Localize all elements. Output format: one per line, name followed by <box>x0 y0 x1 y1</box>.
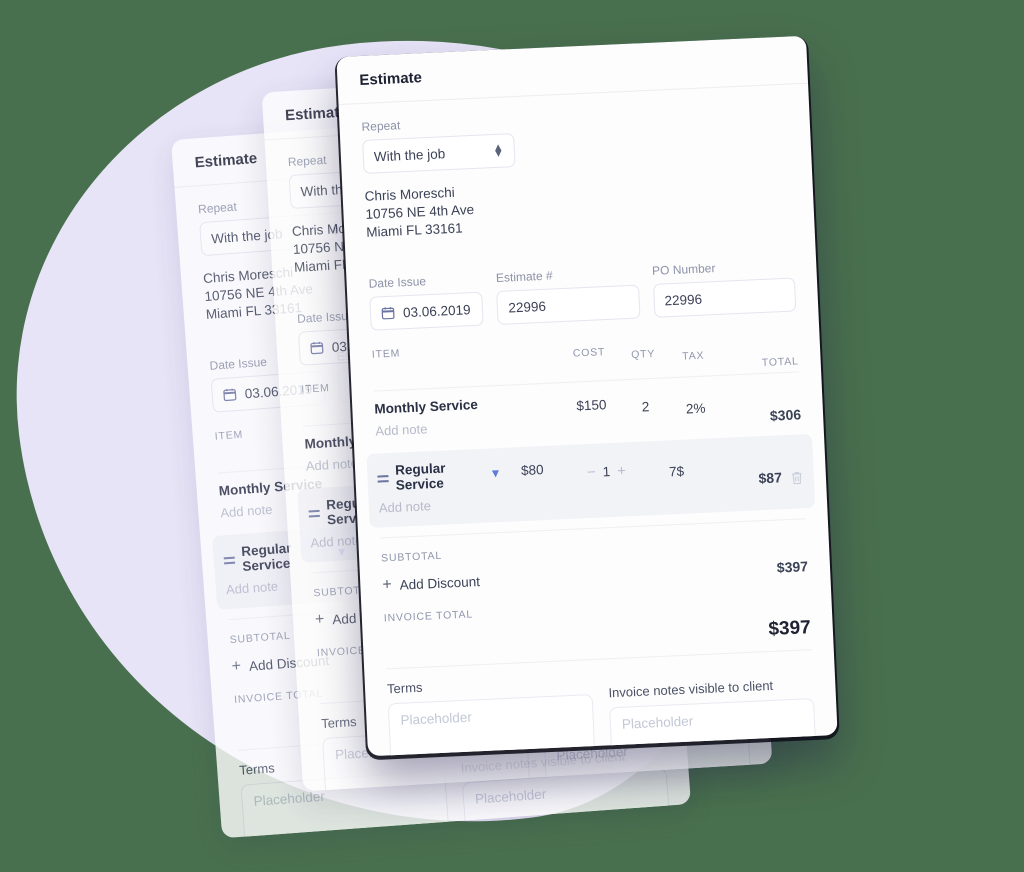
col-qty: QTY <box>630 348 656 362</box>
item-name: Regular Service <box>394 460 446 494</box>
date-issue-input[interactable]: 03.06.2019 <box>369 292 485 332</box>
item-cost: $80 <box>520 462 544 479</box>
item-cost: $150 <box>576 397 607 414</box>
item-note[interactable]: Add note <box>379 495 504 516</box>
item-tax: 7$ <box>668 464 685 480</box>
item-qty: 2 <box>641 399 650 415</box>
col-cost: COST <box>572 346 606 361</box>
estimate-number-value: 22996 <box>508 298 547 316</box>
plus-icon: + <box>231 657 242 676</box>
chevron-down-icon[interactable]: ▼ <box>489 466 502 481</box>
chevron-up-down-icon: ▲▼ <box>492 141 505 161</box>
client-address: Chris Moreschi 10756 NE 4th Ave Miami FL… <box>364 169 792 242</box>
col-item: ITEM <box>371 347 401 362</box>
estimate-number-input[interactable]: 22996 <box>496 284 641 326</box>
subtotal-value: $397 <box>776 558 809 576</box>
quantity-stepper[interactable]: − 1 + <box>563 452 650 483</box>
item-tax: 2% <box>685 401 706 417</box>
date-issue-value: 03.06.2019 <box>402 302 471 321</box>
item-total: $306 <box>769 406 802 425</box>
calendar-icon <box>310 341 325 356</box>
item-qty: 1 <box>602 464 611 480</box>
plus-icon: + <box>381 576 393 594</box>
item-name: Monthly Service <box>374 397 479 418</box>
estimate-card-front: Estimate Repeat With the job ▲ ▼ Chris Mo… <box>336 35 838 757</box>
add-discount-label: Add Discount <box>399 573 481 593</box>
trash-icon[interactable] <box>780 445 804 487</box>
drag-handle-icon[interactable] <box>223 556 236 564</box>
repeat-select[interactable]: With the job ▲▼ <box>362 133 516 174</box>
notes-label: Invoice notes visible to client <box>608 678 774 701</box>
qty-minus-button[interactable]: − <box>587 464 597 481</box>
calendar-icon <box>381 306 396 321</box>
col-total: TOTAL <box>761 355 799 370</box>
drag-handle-icon[interactable] <box>377 475 389 483</box>
estimate-number-label: Estimate # <box>495 268 553 286</box>
repeat-select-value: With the job <box>373 145 446 164</box>
po-number-label: PO Number <box>651 261 716 279</box>
terms-input[interactable]: Placeholder <box>387 694 596 757</box>
qty-plus-button[interactable]: + <box>617 463 627 480</box>
item-note[interactable]: Add note <box>375 416 561 439</box>
page-stage: Estimate Repeat With the job ▲▼ Chris Mo… <box>0 0 1024 872</box>
repeat-label: Repeat <box>361 118 401 134</box>
po-number-value: 22996 <box>664 291 703 309</box>
item-total: $87 <box>758 469 783 487</box>
plus-icon: + <box>314 611 325 629</box>
invoice-total-value: $397 <box>768 617 812 641</box>
terms-label: Terms <box>386 680 423 697</box>
po-number-group: PO Number 22996 <box>651 258 797 319</box>
calendar-icon <box>222 387 237 402</box>
terms-group: Terms Placeholder Set default terms <box>387 673 598 757</box>
po-number-input[interactable]: 22996 <box>652 277 797 319</box>
drag-handle-icon[interactable] <box>308 510 320 518</box>
col-tax: TAX <box>682 350 705 364</box>
estimate-number-group: Estimate # 22996 <box>495 265 641 326</box>
date-issue-label: Date Issue <box>368 274 427 292</box>
date-issue-group: Date Issue 03.06.2019 <box>368 272 485 332</box>
